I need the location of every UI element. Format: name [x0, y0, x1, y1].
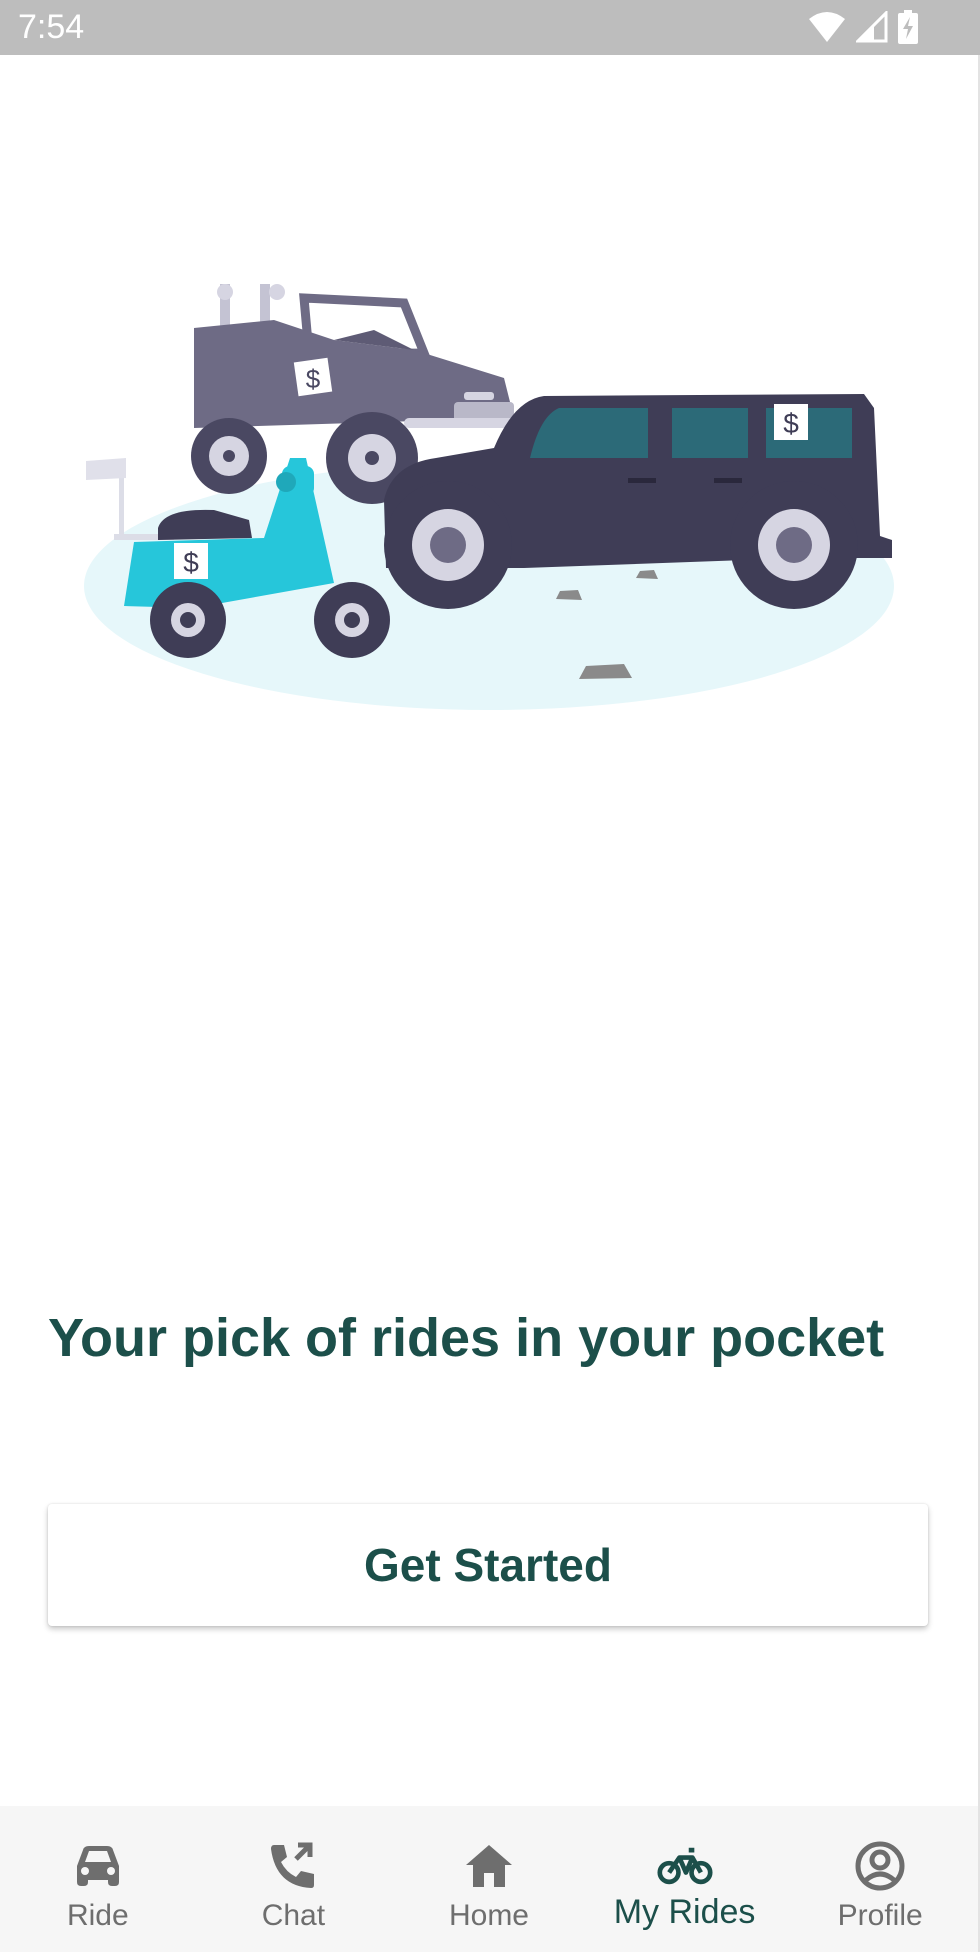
svg-text:$: $	[306, 364, 321, 394]
nav-label-my-rides: My Rides	[613, 1893, 756, 1931]
get-started-button[interactable]: Get Started	[48, 1504, 928, 1626]
phone-forward-icon	[265, 1838, 321, 1894]
car-icon	[70, 1838, 126, 1894]
onboarding-headline: Your pick of rides in your pocket	[48, 1308, 885, 1368]
bicycle-icon	[657, 1838, 713, 1894]
vehicles-illustration: $ $ $	[74, 268, 904, 718]
home-icon	[461, 1838, 517, 1894]
nav-label-home: Home	[448, 1899, 529, 1932]
nav-item-chat[interactable]: Chat	[196, 1806, 392, 1952]
battery-charging-icon	[898, 10, 918, 49]
svg-text:$: $	[783, 408, 799, 439]
bottom-navigation: Ride Chat Home My Rides Profile	[0, 1806, 978, 1952]
svg-text:$: $	[183, 547, 199, 578]
nav-item-my-rides[interactable]: My Rides	[587, 1806, 783, 1952]
nav-item-profile[interactable]: Profile	[782, 1806, 978, 1952]
status-icons	[808, 9, 918, 49]
status-time: 7:54	[18, 8, 85, 46]
wifi-icon	[808, 11, 846, 48]
cell-signal-icon	[854, 9, 888, 48]
nav-label-ride: Ride	[66, 1899, 129, 1932]
nav-label-profile: Profile	[837, 1899, 923, 1932]
status-bar: 7:54	[0, 0, 980, 55]
nav-label-chat: Chat	[261, 1899, 326, 1932]
account-circle-icon	[852, 1838, 908, 1894]
nav-item-home[interactable]: Home	[391, 1806, 587, 1952]
nav-item-ride[interactable]: Ride	[0, 1806, 196, 1952]
